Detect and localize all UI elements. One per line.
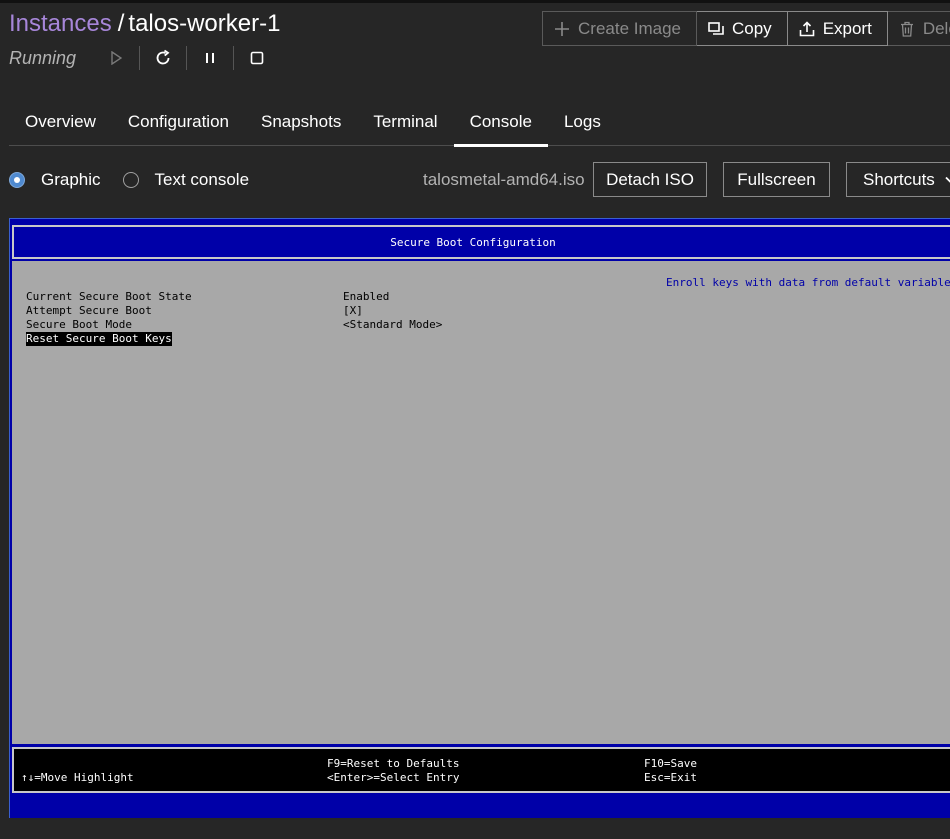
breadcrumb-instances-link[interactable]: Instances xyxy=(9,10,112,37)
fullscreen-label: Fullscreen xyxy=(737,169,816,189)
vm-console-screen[interactable]: Secure Boot Configuration Current Secure… xyxy=(9,218,950,818)
bios-key-legend: ↑↓=Move Highlight F9=Reset to Defaults <… xyxy=(12,747,950,793)
bios-option-reset-keys[interactable]: Reset Secure Boot Keys xyxy=(26,332,172,346)
bios-title-bar: Secure Boot Configuration xyxy=(12,225,950,259)
tab-overview[interactable]: Overview xyxy=(9,104,112,146)
radio-text-console-indicator[interactable] xyxy=(122,172,139,188)
attached-iso-name: talosmetal-amd64.iso xyxy=(423,170,585,189)
fullscreen-button[interactable]: Fullscreen xyxy=(723,162,830,197)
bios-option-secure-boot-mode[interactable]: Secure Boot Mode xyxy=(26,318,132,332)
radio-graphic[interactable]: Graphic xyxy=(9,170,101,190)
instance-name: talos-worker-1 xyxy=(128,10,281,37)
export-icon xyxy=(798,20,816,38)
shortcuts-label: Shortcuts xyxy=(863,169,935,189)
trash-icon xyxy=(898,20,916,38)
bios-option-attempt-secure-boot[interactable]: Attempt Secure Boot xyxy=(26,304,152,318)
stop-icon xyxy=(250,51,264,65)
bios-help-text: Enroll keys with data from default varia… xyxy=(666,276,950,289)
control-divider xyxy=(139,46,140,70)
radio-graphic-indicator[interactable] xyxy=(9,172,25,188)
status-text: Running xyxy=(9,47,77,68)
breadcrumb-separator: / xyxy=(117,10,125,37)
start-button[interactable] xyxy=(99,44,133,72)
bios-value-attempt-secure-boot: [X] xyxy=(343,304,363,317)
bios-key-reset-defaults: F9=Reset to Defaults xyxy=(327,757,460,770)
delete-label: Delete xyxy=(922,18,950,38)
bios-value-current-state: Enabled xyxy=(343,290,390,303)
tab-console[interactable]: Console xyxy=(453,104,549,147)
bios-key-move: ↑↓=Move Highlight xyxy=(21,771,134,784)
radio-text-console-label: Text console xyxy=(154,170,250,189)
tab-logs[interactable]: Logs xyxy=(548,104,617,146)
copy-button[interactable]: Copy xyxy=(697,11,788,46)
create-image-button[interactable]: Create Image xyxy=(542,11,697,46)
instance-tabs: Overview Configuration Snapshots Termina… xyxy=(9,104,950,147)
create-image-label: Create Image xyxy=(578,18,681,38)
restart-button[interactable] xyxy=(146,44,180,72)
export-button[interactable]: Export xyxy=(787,11,888,46)
chevron-down-icon xyxy=(945,176,950,184)
restart-icon xyxy=(156,49,170,65)
instance-status-bar: Running xyxy=(9,44,274,72)
control-divider xyxy=(233,46,234,70)
bios-option-current-state[interactable]: Current Secure Boot State xyxy=(26,290,192,304)
tab-configuration[interactable]: Configuration xyxy=(112,104,245,146)
pause-icon xyxy=(206,53,214,63)
bios-key-exit: Esc=Exit xyxy=(644,771,697,784)
radio-graphic-label: Graphic xyxy=(41,170,101,189)
tab-snapshots[interactable]: Snapshots xyxy=(245,104,357,146)
export-label: Export xyxy=(822,18,872,38)
radio-text-console[interactable]: Text console xyxy=(122,170,250,190)
play-icon xyxy=(111,51,122,65)
stop-button[interactable] xyxy=(240,44,274,72)
instance-actions: Create Image Copy Export Delete xyxy=(542,11,950,46)
bios-key-save: F10=Save xyxy=(644,757,697,770)
bios-value-secure-boot-mode: <Standard Mode> xyxy=(343,318,443,331)
shortcuts-button[interactable]: Shortcuts xyxy=(846,162,950,197)
copy-label: Copy xyxy=(732,18,772,38)
copy-icon xyxy=(707,20,725,38)
bios-key-select: <Enter>=Select Entry xyxy=(327,771,460,784)
plus-icon xyxy=(553,20,571,38)
bios-menu-area: Current Secure Boot State Enabled Attemp… xyxy=(12,261,950,744)
pause-button[interactable] xyxy=(193,44,227,72)
control-divider xyxy=(186,46,187,70)
top-border xyxy=(0,0,950,3)
tab-terminal[interactable]: Terminal xyxy=(357,104,453,146)
detach-iso-button[interactable]: Detach ISO xyxy=(593,162,707,197)
console-mode-selector: Graphic Text console xyxy=(9,168,271,192)
detach-iso-label: Detach ISO xyxy=(606,169,694,189)
page-title: Instances / talos-worker-1 xyxy=(9,10,280,38)
delete-button[interactable]: Delete xyxy=(887,11,950,46)
bios-title: Secure Boot Configuration xyxy=(390,235,556,249)
